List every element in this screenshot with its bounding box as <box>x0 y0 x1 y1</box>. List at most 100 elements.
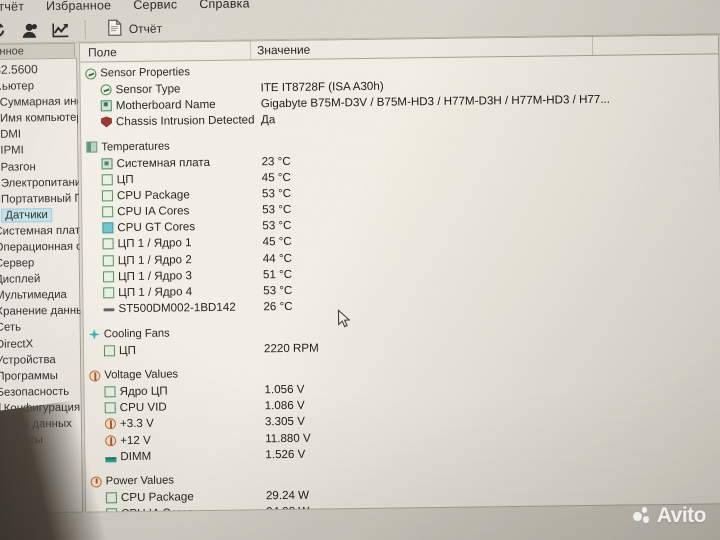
row-field: Sensor Type <box>115 82 181 96</box>
thermometer-icon <box>86 141 98 153</box>
sidebar-item-17[interactable]: ›Устройства <box>0 351 80 369</box>
sidebar-item-12[interactable]: Дисплей <box>0 271 79 289</box>
row-field: ST500DM002-1BD142 <box>118 300 236 316</box>
group-header-label: Voltage Values <box>104 368 179 382</box>
sidebar-item-label: Датчики <box>1 207 52 223</box>
sidebar-item-4[interactable]: IPMI <box>0 142 77 160</box>
motherboard-icon <box>100 100 112 112</box>
row-value: ITE IT8728F (ISA A30h) <box>260 79 384 95</box>
sidebar-item-label: Операционная система <box>0 240 84 254</box>
sidebar-item-label: Безопасность <box>0 385 70 399</box>
row-value: 1.056 V <box>264 382 305 397</box>
sidebar-item-label: Суммарная информа <box>0 95 84 109</box>
sensor-panel: Поле Значение Sensor Properties Sensor Ty… <box>78 34 720 513</box>
sensor-circle-icon <box>100 84 112 96</box>
menu-item-report[interactable]: Отчёт <box>0 0 24 14</box>
sidebar-item-label: Устройства <box>0 353 56 367</box>
sidebar-item-6[interactable]: Электропитание <box>0 174 83 192</box>
refresh-icon[interactable] <box>0 20 7 40</box>
shield-icon <box>101 116 112 127</box>
toolbar-separator <box>84 20 86 39</box>
avito-watermark-label: Avito <box>656 504 707 527</box>
sidebar-item-18[interactable]: ›Программы <box>0 367 80 385</box>
gpu-chip-icon <box>102 222 114 234</box>
sidebar-item-label: Сеть <box>0 321 22 335</box>
avito-watermark: Avito <box>632 504 707 527</box>
user-icon[interactable] <box>19 20 39 40</box>
row-value: 45 °C <box>262 235 292 249</box>
cpu-chip-icon <box>103 344 116 356</box>
row-field: ЦП <box>118 343 136 357</box>
sidebar-item-label: Хранение данных <box>0 304 84 319</box>
row-value: 29.24 W <box>265 488 310 503</box>
sidebar-item-15[interactable]: Сеть <box>0 319 80 337</box>
graph-icon[interactable] <box>51 19 71 39</box>
sidebar-item-0[interactable]: ...ьютер <box>0 78 77 96</box>
row-field: CPU IA Cores <box>117 204 190 219</box>
sidebar-item-label: Разгон <box>0 160 36 174</box>
menu-item-favorites[interactable]: Избранное <box>46 0 111 13</box>
row-value: 53 °C <box>262 219 292 233</box>
row-value: Да <box>260 113 276 127</box>
row-value: 26 °C <box>263 300 293 314</box>
photo-of-screen: Отчёт Избранное Сервис Справка Отчёт ...… <box>0 0 720 540</box>
report-button[interactable]: Отчёт <box>108 18 163 39</box>
sidebar-item-19[interactable]: ›Безопасность <box>0 383 81 401</box>
laptop-screen: Отчёт Избранное Сервис Справка Отчёт ...… <box>0 0 720 540</box>
sidebar-item-label: Дисплей <box>0 273 41 286</box>
row-value: 2220 RPM <box>263 341 319 355</box>
sidebar-item-8[interactable]: Датчики <box>0 206 78 224</box>
row-value: 53 °C <box>263 283 293 298</box>
group-header-label: Cooling Fans <box>103 327 170 341</box>
row-value: 1.086 V <box>264 398 305 413</box>
sidebar-item-13[interactable]: Мультимедиа <box>0 287 79 305</box>
sidebar-item-16[interactable]: DirectX <box>0 335 80 353</box>
sidebar-item-7[interactable]: Портативный ПК <box>0 190 83 208</box>
sidebar-item-10[interactable]: Операционная система <box>0 239 83 257</box>
menu-item-service[interactable]: Сервис <box>133 0 177 12</box>
row-value: 44 °C <box>262 251 293 265</box>
row-field: CPU Package <box>116 188 190 203</box>
sidebar-item-label: DirectX <box>0 337 34 351</box>
sidebar-item-label: Программы <box>0 369 58 383</box>
row-field: ЦП 1 / Ядро 1 <box>117 236 192 251</box>
row-field: Chassis Intrusion Detected <box>115 113 255 129</box>
cpu-chip-icon <box>102 206 114 218</box>
row-value: 3.305 V <box>264 415 305 429</box>
column-header-field[interactable]: Поле <box>88 45 117 59</box>
sidebar-item-3[interactable]: DMI <box>0 126 77 144</box>
cpu-chip-icon <box>101 190 114 202</box>
column-divider-2[interactable] <box>591 36 594 55</box>
sidebar-item-11[interactable]: Сервер <box>0 255 79 273</box>
sidebar-item-2[interactable]: Имя компьютера <box>0 110 83 128</box>
group-header-label: Temperatures <box>101 140 170 154</box>
sensor-rows: Sensor Properties Sensor Type ITE IT8728F … <box>80 54 720 513</box>
sidebar-tab-favorites[interactable]: ...ранное <box>0 42 76 60</box>
column-divider-1[interactable] <box>249 41 252 60</box>
sidebar-version: ...6.32.5600 <box>0 62 38 78</box>
sidebar-item-9[interactable]: Системная плата <box>0 223 83 241</box>
sidebar-item-label: DMI <box>0 128 22 142</box>
sidebar-item-label: IPMI <box>0 144 24 158</box>
motherboard-chip-icon <box>101 157 113 169</box>
row-value: 53 °C <box>261 186 292 201</box>
row-value: 45 °C <box>261 170 291 185</box>
sidebar-item-label: Электропитание <box>0 176 84 190</box>
fan-icon <box>89 329 100 340</box>
cpu-chip-icon <box>102 238 114 250</box>
sidebar-item-1[interactable]: Суммарная информа <box>0 94 83 112</box>
row-value: 51 °C <box>262 267 293 282</box>
cpu-chip-icon <box>101 173 113 186</box>
sensor-circle-icon <box>85 68 97 80</box>
sidebar-item-14[interactable]: Хранение данных <box>0 303 84 321</box>
sidebar-item-5[interactable]: Разгон <box>0 158 78 176</box>
sidebar-item-label: Портативный ПК <box>0 192 84 206</box>
sidebar-item-label: Мультимедиа <box>0 289 67 303</box>
column-header-value[interactable]: Значение <box>257 43 310 58</box>
sidebar-item-label: Имя компьютера <box>0 111 84 125</box>
menu-item-help[interactable]: Справка <box>199 0 250 11</box>
row-value: 23 °C <box>261 154 291 168</box>
mouse-cursor <box>337 309 351 328</box>
document-icon <box>108 19 122 39</box>
row-value: 1.526 V <box>265 447 306 461</box>
